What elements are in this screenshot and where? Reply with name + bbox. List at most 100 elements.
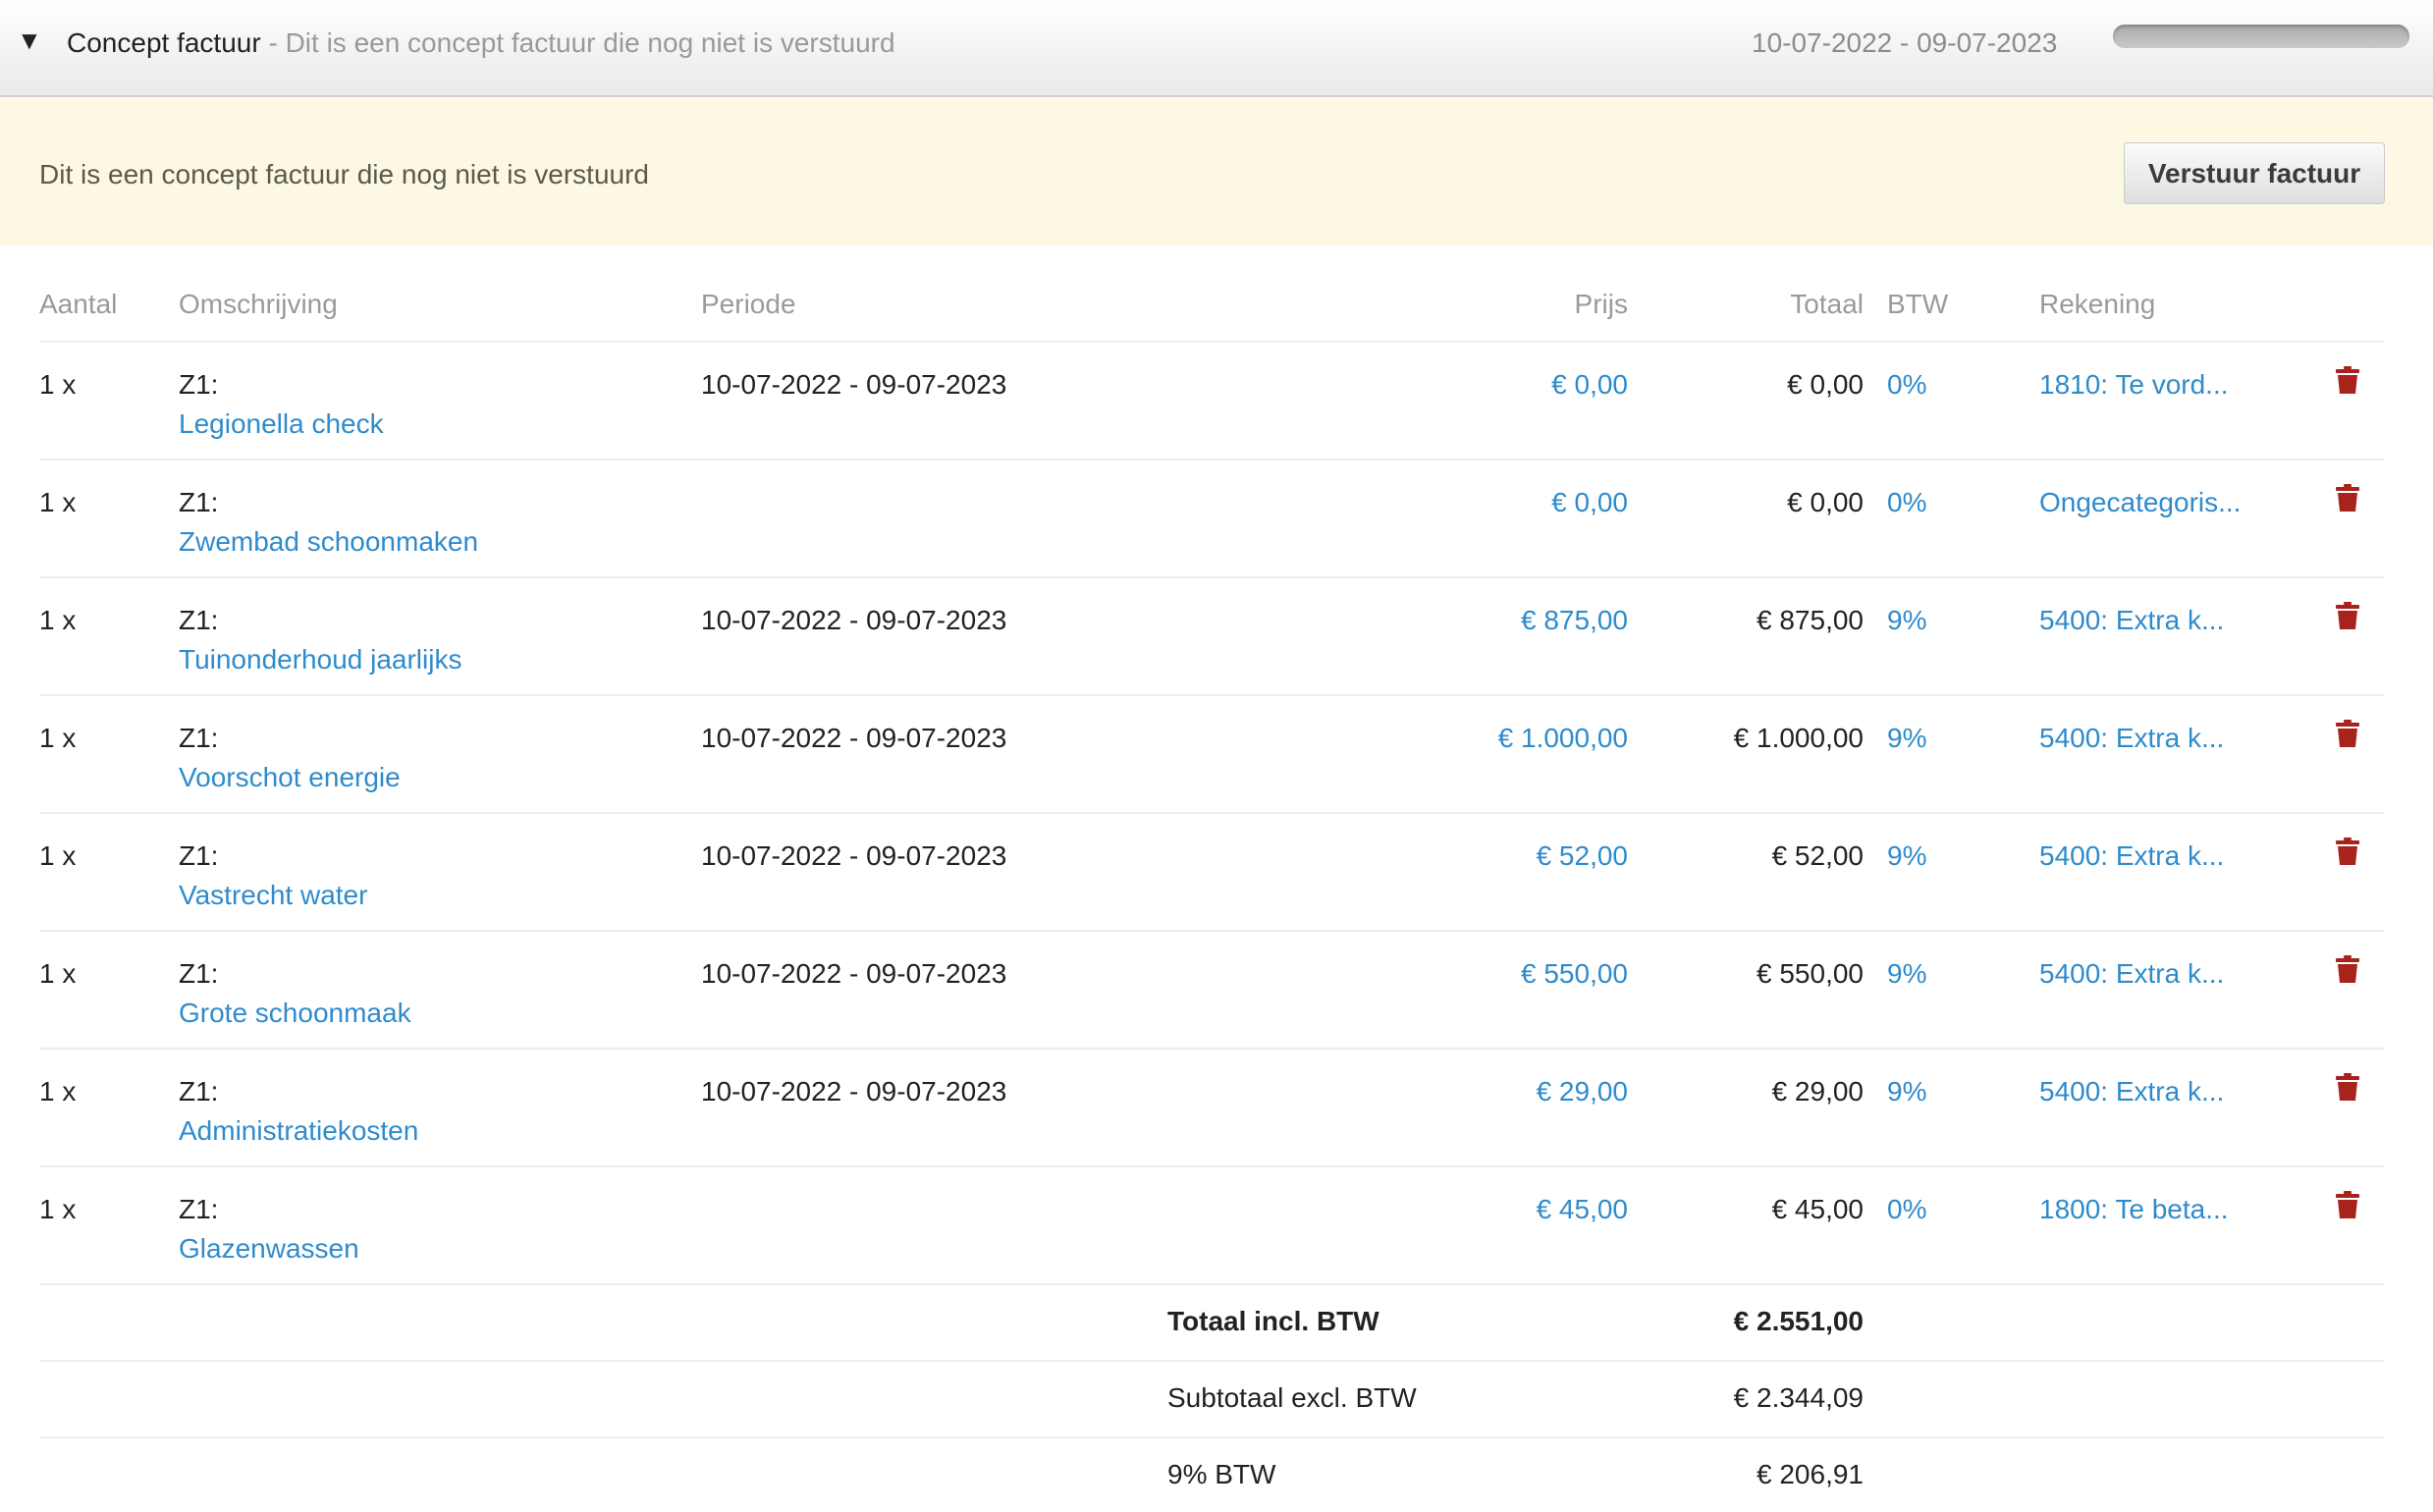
notice-text: Dit is een concept factuur die nog niet … xyxy=(39,159,650,189)
row-separator xyxy=(39,459,2384,460)
row-vat-link[interactable]: 9% xyxy=(1887,604,1926,637)
row-separator xyxy=(39,1165,2384,1167)
trash-glyph xyxy=(2336,602,2359,629)
row-prefix: Z1: xyxy=(179,369,219,400)
row-vat-link[interactable]: 9% xyxy=(1887,722,1926,755)
row-period: 10-07-2022 - 09-07-2023 xyxy=(701,723,1007,753)
column-header-btw: BTW xyxy=(1887,289,1949,319)
progress-bar xyxy=(2113,25,2409,48)
totals-separator xyxy=(39,1360,2384,1362)
row-period: 10-07-2022 - 09-07-2023 xyxy=(701,840,1007,871)
row-total: € 1.000,00 xyxy=(1733,723,1864,753)
row-total: € 0,00 xyxy=(1787,487,1864,517)
trash-icon[interactable] xyxy=(2336,1191,2359,1219)
row-description-link[interactable]: Vastrecht water xyxy=(179,879,367,912)
trash-icon[interactable] xyxy=(2336,602,2359,630)
row-account-link[interactable]: 5400: Extra k... xyxy=(2039,957,2224,991)
row-separator xyxy=(39,1283,2384,1285)
column-header-aantal: Aantal xyxy=(39,289,118,319)
trash-icon[interactable] xyxy=(2336,366,2359,395)
row-vat-link[interactable]: 9% xyxy=(1887,1075,1926,1108)
totals-label: Subtotaal excl. BTW xyxy=(1167,1382,1417,1413)
row-price-link[interactable]: € 45,00 xyxy=(1414,1193,1628,1226)
invoice-panel-header[interactable]: ▼ Concept factuur - Dit is een concept f… xyxy=(0,0,2433,97)
row-total: € 550,00 xyxy=(1757,958,1864,989)
row-price-link[interactable]: € 1.000,00 xyxy=(1414,722,1628,755)
invoice-period: 10-07-2022 - 09-07-2023 xyxy=(1752,27,2058,58)
invoice-subtitle: Dit is een concept factuur die nog niet … xyxy=(285,27,895,58)
row-period: 10-07-2022 - 09-07-2023 xyxy=(701,1076,1007,1107)
row-account-link[interactable]: 1800: Te beta... xyxy=(2039,1193,2229,1226)
row-separator xyxy=(39,812,2384,814)
column-header-omschrijving: Omschrijving xyxy=(179,289,338,319)
totals-separator xyxy=(39,1436,2384,1438)
trash-icon[interactable] xyxy=(2336,720,2359,748)
trash-icon[interactable] xyxy=(2336,955,2359,984)
row-vat-link[interactable]: 0% xyxy=(1887,486,1926,519)
row-description-link[interactable]: Administratiekosten xyxy=(179,1114,418,1148)
row-prefix: Z1: xyxy=(179,723,219,753)
row-quantity: 1 x xyxy=(39,958,77,989)
row-description-link[interactable]: Zwembad schoonmaken xyxy=(179,525,478,559)
trash-icon[interactable] xyxy=(2336,1073,2359,1102)
row-account-link[interactable]: 1810: Te vord... xyxy=(2039,368,2229,402)
row-price-link[interactable]: € 0,00 xyxy=(1414,486,1628,519)
column-header-periode: Periode xyxy=(701,289,796,319)
row-separator xyxy=(39,341,2384,343)
row-price-link[interactable]: € 52,00 xyxy=(1414,839,1628,873)
row-separator xyxy=(39,576,2384,578)
trash-glyph xyxy=(2336,366,2359,394)
row-description-link[interactable]: Glazenwassen xyxy=(179,1232,359,1266)
trash-icon[interactable] xyxy=(2336,837,2359,866)
collapse-triangle-icon[interactable]: ▼ xyxy=(17,27,42,53)
trash-glyph xyxy=(2336,720,2359,747)
row-price-link[interactable]: € 875,00 xyxy=(1414,604,1628,637)
row-prefix: Z1: xyxy=(179,1076,219,1107)
totals-label: 9% BTW xyxy=(1167,1459,1276,1489)
row-period: 10-07-2022 - 09-07-2023 xyxy=(701,605,1007,635)
row-vat-link[interactable]: 9% xyxy=(1887,957,1926,991)
row-vat-link[interactable]: 0% xyxy=(1887,1193,1926,1226)
row-quantity: 1 x xyxy=(39,723,77,753)
row-prefix: Z1: xyxy=(179,958,219,989)
row-vat-link[interactable]: 0% xyxy=(1887,368,1926,402)
row-description-link[interactable]: Legionella check xyxy=(179,407,384,441)
column-header-totaal: Totaal xyxy=(1790,289,1864,319)
row-quantity: 1 x xyxy=(39,1194,77,1224)
row-quantity: 1 x xyxy=(39,1076,77,1107)
title-separator: - xyxy=(260,27,286,58)
row-separator xyxy=(39,1048,2384,1050)
row-prefix: Z1: xyxy=(179,487,219,517)
row-prefix: Z1: xyxy=(179,1194,219,1224)
row-quantity: 1 x xyxy=(39,487,77,517)
row-vat-link[interactable]: 9% xyxy=(1887,839,1926,873)
trash-glyph xyxy=(2336,1191,2359,1218)
row-description-link[interactable]: Tuinonderhoud jaarlijks xyxy=(179,643,461,676)
row-price-link[interactable]: € 29,00 xyxy=(1414,1075,1628,1108)
trash-glyph xyxy=(2336,837,2359,865)
row-total: € 875,00 xyxy=(1757,605,1864,635)
row-period: 10-07-2022 - 09-07-2023 xyxy=(701,958,1007,989)
trash-glyph xyxy=(2336,484,2359,512)
row-total: € 0,00 xyxy=(1787,369,1864,400)
row-account-link[interactable]: 5400: Extra k... xyxy=(2039,1075,2224,1108)
row-description-link[interactable]: Grote schoonmaak xyxy=(179,997,411,1030)
row-description-link[interactable]: Voorschot energie xyxy=(179,761,401,794)
row-period: 10-07-2022 - 09-07-2023 xyxy=(701,369,1007,400)
row-account-link[interactable]: 5400: Extra k... xyxy=(2039,722,2224,755)
row-price-link[interactable]: € 550,00 xyxy=(1414,957,1628,991)
column-header-rekening: Rekening xyxy=(2039,289,2156,319)
row-quantity: 1 x xyxy=(39,840,77,871)
trash-glyph xyxy=(2336,1073,2359,1101)
row-account-link[interactable]: 5400: Extra k... xyxy=(2039,839,2224,873)
row-separator xyxy=(39,930,2384,932)
row-price-link[interactable]: € 0,00 xyxy=(1414,368,1628,402)
row-account-link[interactable]: 5400: Extra k... xyxy=(2039,604,2224,637)
totals-label: Totaal incl. BTW xyxy=(1167,1306,1379,1336)
totals-value: € 2.344,09 xyxy=(1733,1382,1864,1413)
row-account-link[interactable]: Ongecategoris... xyxy=(2039,486,2241,519)
row-separator xyxy=(39,694,2384,696)
send-invoice-button[interactable]: Verstuur factuur xyxy=(2124,142,2385,204)
trash-icon[interactable] xyxy=(2336,484,2359,513)
row-total: € 29,00 xyxy=(1771,1076,1864,1107)
